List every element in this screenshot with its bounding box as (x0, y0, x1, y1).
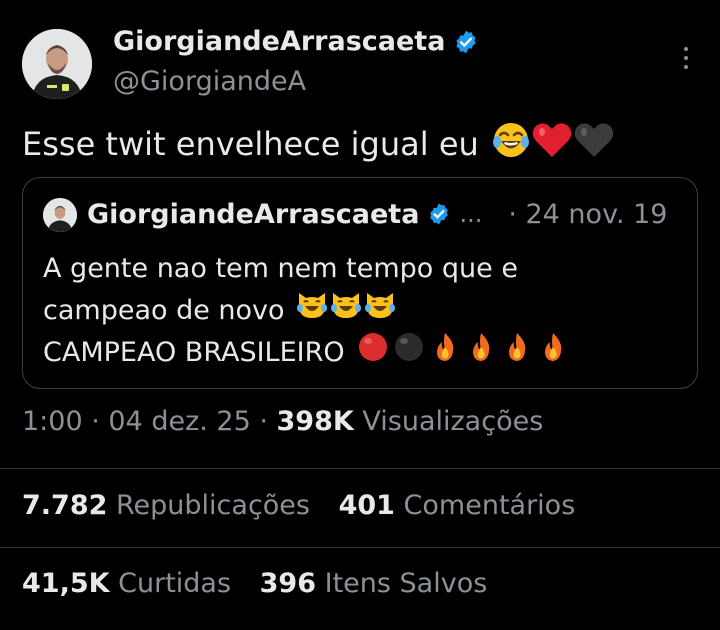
quoted-text: A gente nao tem nem tempo que e campeao … (43, 248, 683, 374)
author-name[interactable]: GiorgiandeArrascaeta (113, 26, 479, 57)
quoted-line-1: A gente nao tem nem tempo que e (43, 253, 518, 284)
black-circle-icon (391, 331, 427, 376)
cat-with-tears-of-joy-icon (329, 289, 363, 334)
stats-row-1: 7.782 Republicações 401 Comentários (22, 490, 595, 521)
quoted-author-name[interactable]: GiorgiandeArrascaeta (87, 199, 419, 230)
verified-badge-icon (453, 29, 479, 55)
quoted-line-3: CAMPEAO BRASILEIRO (43, 332, 683, 374)
views-count: 398K (276, 406, 354, 437)
cat-with-tears-of-joy-icon (363, 289, 397, 334)
avatar[interactable] (22, 29, 92, 99)
stats-row-2: 41,5K Curtidas 396 Itens Salvos (22, 568, 507, 599)
divider (0, 547, 720, 548)
divider (0, 468, 720, 469)
black-heart-icon (573, 120, 615, 168)
quoted-tweet-card[interactable]: GiorgiandeArrascaeta ... · 24 nov. 19 A … (22, 177, 698, 389)
fire-icon (499, 331, 535, 376)
likes-stat[interactable]: 41,5K Curtidas (22, 568, 231, 599)
author-handle[interactable]: @GiorgiandeA (113, 66, 306, 97)
tweet-text: Esse twit envelhece igual eu (22, 120, 615, 168)
face-with-tears-of-joy-icon (491, 120, 531, 168)
fire-icon (535, 331, 571, 376)
fire-icon (427, 331, 463, 376)
comments-stat[interactable]: 401 Comentários (339, 490, 576, 521)
quoted-avatar[interactable] (43, 198, 77, 232)
verified-badge-icon (427, 202, 451, 226)
quoted-handle-truncated: ... (459, 200, 483, 228)
quoted-header: GiorgiandeArrascaeta ... · 24 nov. 19 (87, 196, 667, 232)
quoted-line-2: campeao de novo (43, 290, 683, 332)
red-heart-icon (531, 120, 573, 168)
red-circle-icon (355, 331, 391, 376)
tweet-timestamp[interactable]: 1:00 · 04 dez. 25 · (22, 406, 277, 437)
views-label: Visualizações (353, 406, 544, 437)
reposts-stat[interactable]: 7.782 Republicações (22, 490, 310, 521)
tweet-detail: GiorgiandeArrascaeta @GiorgiandeA Esse t… (0, 0, 720, 630)
fire-icon (463, 331, 499, 376)
quoted-date[interactable]: · 24 nov. 19 (508, 199, 667, 230)
saves-stat[interactable]: 396 Itens Salvos (260, 568, 488, 599)
tweet-meta: 1:00 · 04 dez. 25 · 398K Visualizações (22, 406, 543, 437)
more-options-icon[interactable] (676, 44, 696, 72)
cat-with-tears-of-joy-icon (295, 289, 329, 334)
